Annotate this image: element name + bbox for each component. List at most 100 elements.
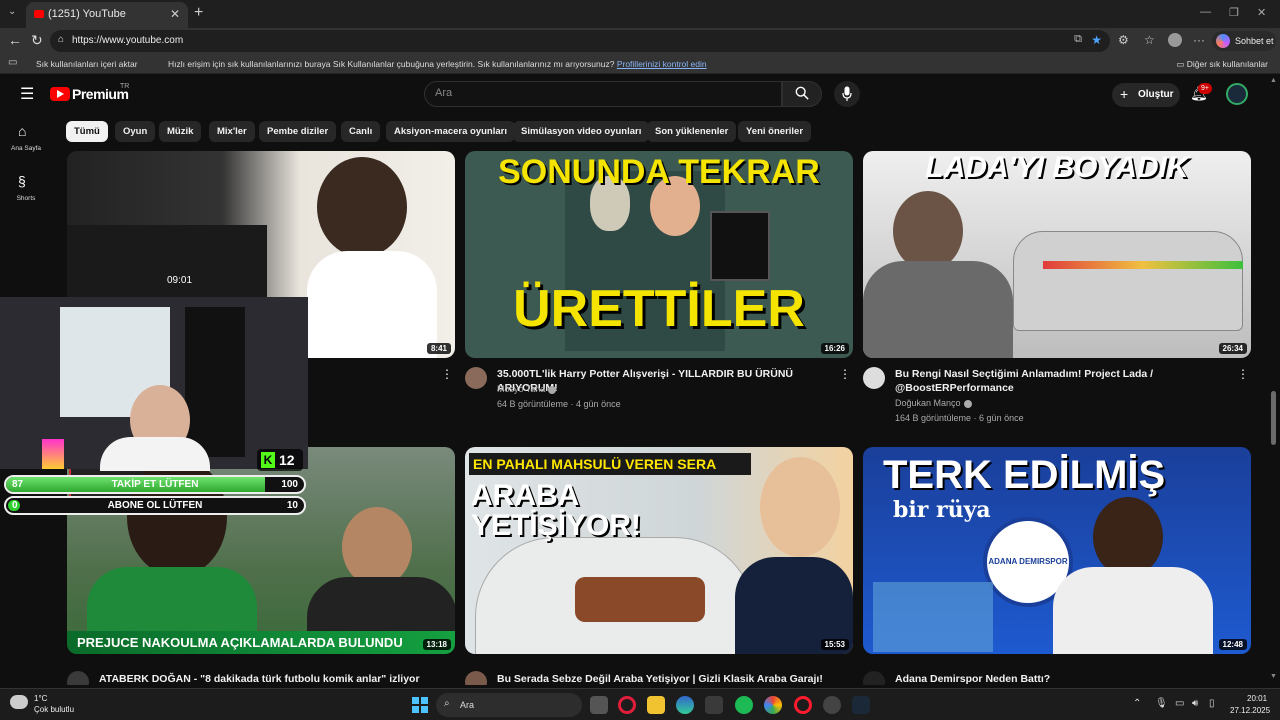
store-icon[interactable] [705, 696, 723, 714]
search-box[interactable] [424, 81, 782, 107]
channel-avatar[interactable] [863, 671, 885, 685]
favorite-star-icon[interactable]: ★ [1091, 33, 1102, 47]
minimize-icon[interactable]: — [1200, 6, 1211, 18]
channel-name[interactable]: Mösyö Taha [497, 384, 557, 394]
opera-gx-icon[interactable] [618, 696, 636, 714]
other-favorites-button[interactable]: ▭ Diğer sık kullanılanlar [1176, 59, 1268, 70]
favorites-icon[interactable]: ☆ [1144, 33, 1155, 47]
sidebar-item-label: Ana Sayfa [11, 145, 41, 152]
sidebar-item-home[interactable]: ⌂ Ana Sayfa [0, 115, 52, 161]
restore-icon[interactable]: ❐ [1229, 6, 1239, 19]
clock-time[interactable]: 20:01 [1247, 694, 1267, 703]
window-close-icon[interactable]: ✕ [1257, 6, 1266, 19]
favorites-prompt: Hızlı erişim için sık kullanılanlarınızı… [168, 59, 707, 69]
sidebar-item-shorts[interactable]: § Shorts [0, 165, 52, 211]
scroll-down-icon[interactable]: ▼ [1270, 673, 1277, 680]
taskbar-search[interactable]: ⌕ Ara [436, 693, 582, 717]
video-card[interactable]: ADANA DEMIRSPOR TERK EDİLMİŞ bir rüya 12… [863, 447, 1251, 685]
channel-avatar[interactable] [67, 671, 89, 685]
microphone-tray-icon[interactable]: 🎙︎ [1155, 698, 1168, 709]
chrome-icon[interactable] [764, 696, 782, 714]
video-card[interactable]: SONUNDA TEKRAR ÜRETTİLER 16:26 35.000TL'… [465, 151, 853, 441]
app-install-icon[interactable]: ⧉ [1074, 33, 1082, 46]
menu-icon[interactable]: ☰ [20, 84, 34, 104]
video-thumbnail[interactable]: LADA'YI BOYADIK 26:34 [863, 151, 1251, 358]
voice-search-button[interactable] [834, 81, 860, 107]
video-thumbnail[interactable]: ADANA DEMIRSPOR TERK EDİLMİŞ bir rüya 12… [863, 447, 1251, 654]
chip-gaming[interactable]: Oyun [115, 121, 156, 142]
page-scrollbar[interactable]: ▲ ▼ [1268, 75, 1280, 685]
start-button[interactable] [412, 697, 428, 713]
chip-mixes[interactable]: Mix'ler [209, 121, 255, 142]
search-icon [795, 86, 809, 100]
chip-action-adventure[interactable]: Aksiyon-macera oyunları [386, 121, 515, 142]
tray-overflow-icon[interactable]: ⌃ [1133, 698, 1141, 709]
search-input[interactable] [435, 87, 765, 99]
video-title[interactable]: Adana Demirspor Neden Battı? [895, 672, 1235, 685]
weather-cloud-icon[interactable] [10, 695, 28, 709]
account-avatar[interactable] [1226, 83, 1248, 105]
extensions-icon[interactable]: ⚙ [1118, 33, 1129, 47]
back-icon[interactable]: ← [8, 32, 22, 48]
youtube-logo-icon[interactable] [50, 87, 70, 101]
spotify-icon[interactable] [735, 696, 753, 714]
thumbnail-caption: LADA'YI BOYADIK [925, 151, 1189, 184]
import-favorites-button[interactable]: Sık kullanılanları içeri aktar [36, 59, 138, 69]
video-thumbnail[interactable]: EN PAHALI MAHSULÜ VEREN SERA ARABA YETİŞ… [465, 447, 853, 654]
tab-close-icon[interactable]: ✕ [170, 7, 180, 21]
clock-date[interactable]: 27.12.2025 [1230, 706, 1270, 715]
task-view-icon[interactable] [590, 696, 608, 714]
more-actions-icon[interactable]: ⋮ [839, 367, 851, 381]
edge-icon[interactable] [676, 696, 694, 714]
obs-icon[interactable] [823, 696, 841, 714]
chip-live[interactable]: Canlı [341, 121, 381, 142]
tab-list-chevron-icon[interactable]: ⌄ [8, 6, 16, 17]
network-icon[interactable]: ▭ [1175, 698, 1184, 709]
create-button[interactable]: + Oluştur [1112, 83, 1180, 107]
tab-youtube[interactable]: (1251) YouTube ✕ [26, 2, 188, 28]
chip-new-to-you[interactable]: Yeni öneriler [738, 121, 812, 142]
more-actions-icon[interactable]: ⋮ [441, 367, 453, 381]
more-actions-icon[interactable]: ⋮ [1237, 367, 1249, 381]
steam-icon[interactable] [852, 696, 870, 714]
video-title[interactable]: Bu Rengi Nasıl Seçtiğimi Anlamadım! Proj… [895, 367, 1235, 395]
chip-simulation[interactable]: Simülasyon video oyunları [513, 121, 650, 142]
overlay-pc-case: 09:01 [67, 225, 267, 297]
chip-all[interactable]: Tümü [66, 121, 108, 142]
site-info-icon[interactable]: ⌂ [58, 34, 64, 45]
weather-temperature[interactable]: 1°C [34, 694, 47, 703]
chip-music[interactable]: Müzik [159, 121, 202, 142]
volume-icon[interactable]: 🔊︎ [1192, 698, 1198, 709]
video-thumbnail[interactable]: SONUNDA TEKRAR ÜRETTİLER 16:26 [465, 151, 853, 358]
video-duration: 13:18 [422, 639, 451, 650]
channel-name[interactable]: Doğukan Manço [895, 398, 972, 408]
battery-icon[interactable]: ▯ [1209, 698, 1215, 709]
scroll-up-icon[interactable]: ▲ [1270, 77, 1277, 84]
check-profiles-link[interactable]: Profillerinizi kontrol edin [617, 59, 707, 69]
address-toolbar: ← ↻ ⌂ https://www.youtube.com ⧉ ★ ⚙ ☆ ··… [0, 28, 1280, 54]
channel-avatar[interactable] [465, 367, 487, 389]
thumbnail-presenter [760, 457, 840, 557]
opera-icon[interactable] [794, 696, 812, 714]
youtube-header: ☰ Premium TR + Oluştur 🔔︎ 9+ [0, 75, 1268, 115]
chip-recently-uploaded[interactable]: Son yüklenenler [647, 121, 737, 142]
chip-soap-operas[interactable]: Pembe diziler [259, 121, 337, 142]
video-card[interactable]: LADA'YI BOYADIK 26:34 Bu Rengi Nasıl Seç… [863, 151, 1251, 441]
channel-avatar[interactable] [465, 671, 487, 685]
weather-description[interactable]: Çok bulutlu [34, 705, 74, 714]
video-title[interactable]: ATABERK DOĞAN - "8 dakikada türk futbolu… [99, 672, 439, 685]
url-text[interactable]: https://www.youtube.com [72, 35, 183, 46]
channel-avatar[interactable] [863, 367, 885, 389]
thumbnail-person [893, 191, 963, 271]
new-tab-icon[interactable]: + [194, 4, 203, 22]
scrollbar-thumb[interactable] [1271, 391, 1276, 445]
video-card[interactable]: EN PAHALI MAHSULÜ VEREN SERA ARABA YETİŞ… [465, 447, 853, 685]
profile-avatar[interactable] [1168, 33, 1182, 47]
file-explorer-icon[interactable] [647, 696, 665, 714]
search-button[interactable] [782, 81, 822, 107]
video-title[interactable]: Bu Serada Sebze Değil Araba Yetişiyor | … [497, 672, 837, 685]
copilot-chat-button[interactable]: Sohbet et [1212, 31, 1276, 51]
address-bar[interactable]: ⌂ https://www.youtube.com ⧉ ★ [50, 30, 1110, 52]
more-menu-icon[interactable]: ··· [1193, 33, 1205, 47]
refresh-icon[interactable]: ↻ [31, 32, 43, 49]
